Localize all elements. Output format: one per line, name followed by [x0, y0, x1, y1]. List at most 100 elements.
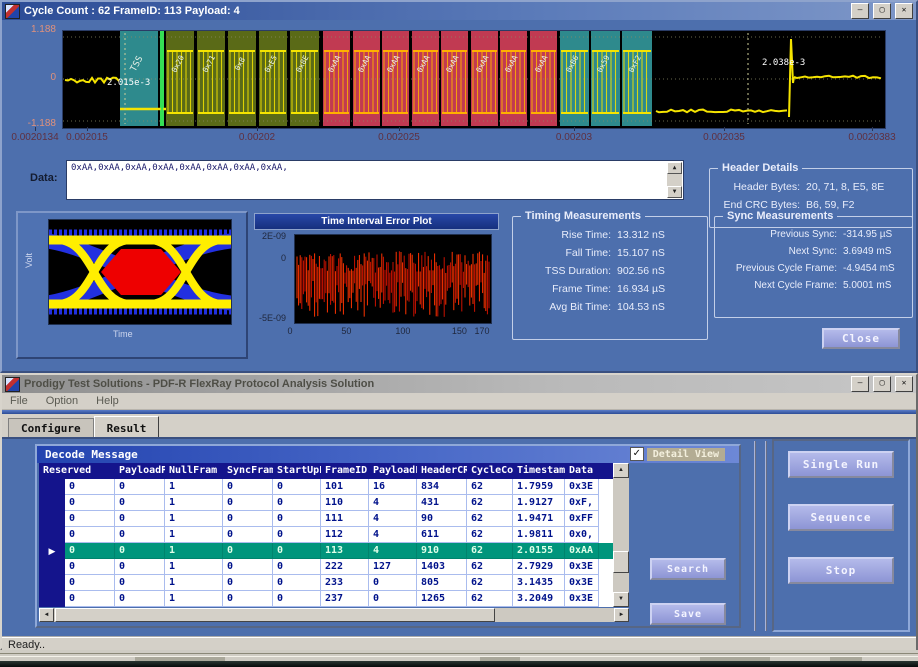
table-row[interactable]: ▶001001134910622.01550xAA [39, 543, 629, 559]
menu-item-help[interactable]: Help [96, 395, 119, 407]
table-row[interactable]: 001001124611621.98110x0, [39, 527, 629, 543]
table-cell: 4 [369, 543, 417, 559]
scroll-up-icon[interactable]: ▲ [613, 463, 629, 478]
table-cell: 0 [115, 527, 165, 543]
table-cell: 110 [321, 495, 369, 511]
tab-configure[interactable]: Configure [8, 418, 94, 437]
table-row[interactable]: 001002221271403622.79290x3E [39, 559, 629, 575]
column-header-reserved[interactable]: Reserved [39, 463, 115, 479]
minimize-icon[interactable]: — [851, 3, 869, 19]
column-header-headercr[interactable]: HeaderCR [417, 463, 467, 479]
run-control-panel: Single Run Sequence Stop [772, 439, 910, 632]
column-header-timestam[interactable]: Timestam [513, 463, 565, 479]
menu-item-option[interactable]: Option [46, 395, 78, 407]
data-scrollbar[interactable]: ▲ ▼ [667, 162, 682, 198]
main-window: Prodigy Test Solutions - PDF-R FlexRay P… [0, 373, 918, 650]
table-cell: 834 [417, 479, 467, 495]
table-cell: 0 [65, 511, 115, 527]
splitter-handle[interactable] [754, 441, 767, 631]
table-row[interactable]: 0010010116834621.79590x3E [39, 479, 629, 495]
table-cell: 611 [417, 527, 467, 543]
column-header-frameid[interactable]: FrameID [321, 463, 369, 479]
kv-label: Rise Time: [517, 229, 611, 241]
menu-item-file[interactable]: File [10, 395, 28, 407]
waveform-display[interactable]: TSS0x200x710x80xE50x8E0xAA0xAA0xAA0xAA0x… [62, 30, 886, 129]
main-titlebar[interactable]: Prodigy Test Solutions - PDF-R FlexRay P… [2, 375, 916, 393]
table-cell: 2.0155 [513, 543, 565, 559]
desktop: Cycle Count : 62 FrameID: 113 Payload: 4… [0, 0, 918, 667]
table-cell: 1 [165, 575, 223, 591]
scroll-right-icon[interactable]: ► [614, 608, 629, 622]
table-cell: 1 [165, 495, 223, 511]
detail-view-checkbox[interactable]: ✓ Detail View [630, 447, 725, 461]
app-icon [5, 377, 20, 392]
hscroll-thumb[interactable] [55, 608, 495, 622]
table-cell: 111 [321, 511, 369, 527]
sync-measurements-group: Sync Measurements Previous Sync:-314.95 … [714, 216, 913, 318]
search-button[interactable]: Search [650, 558, 726, 580]
table-cell: 0 [65, 591, 115, 607]
data-label: Data: [30, 172, 58, 184]
table-row[interactable]: 00100111490621.94710xFF [39, 511, 629, 527]
table-cell: 0 [115, 575, 165, 591]
table-cell: 62 [467, 559, 513, 575]
kv-value: 104.53 nS [617, 301, 699, 313]
wave-xtick: 0.002015 [66, 132, 108, 143]
scroll-up-icon[interactable]: ▲ [667, 162, 682, 174]
close-icon[interactable]: ✕ [895, 3, 913, 19]
table-cell: 0 [273, 511, 321, 527]
row-selector-gutter [39, 591, 65, 607]
close-icon[interactable]: ✕ [895, 376, 913, 392]
close-button[interactable]: Close [822, 328, 900, 349]
table-cell: 910 [417, 543, 467, 559]
scope-titlebar[interactable]: Cycle Count : 62 FrameID: 113 Payload: 4… [2, 2, 916, 20]
wave-xtick: 0.002035 [703, 132, 745, 143]
column-header-startupfr[interactable]: StartUpFr [273, 463, 321, 479]
scroll-down-icon[interactable]: ▼ [613, 592, 629, 607]
tie-plot-title: Time Interval Error Plot [254, 213, 499, 230]
column-header-data[interactable]: Data [565, 463, 599, 479]
scroll-down-icon[interactable]: ▼ [667, 186, 682, 198]
save-button[interactable]: Save [650, 603, 726, 625]
table-cell: 0xF, [565, 495, 599, 511]
vscroll-thumb[interactable] [613, 551, 629, 573]
table-row[interactable]: 001001104431621.91270xF, [39, 495, 629, 511]
stop-button[interactable]: Stop [788, 557, 894, 584]
maximize-icon[interactable]: ▢ [873, 376, 891, 392]
sequence-button[interactable]: Sequence [788, 504, 894, 531]
column-header-cyclecou[interactable]: CycleCou [467, 463, 513, 479]
tab-result[interactable]: Result [94, 416, 160, 437]
table-cell: 0 [115, 543, 165, 559]
table-cell: 0xAA [565, 543, 599, 559]
checkbox-check-icon[interactable]: ✓ [630, 447, 644, 461]
tick-mark [724, 127, 725, 131]
wave-xtick: 0.002025 [378, 132, 420, 143]
tick-mark [872, 127, 873, 131]
column-header-payloadpr[interactable]: PayloadPr [115, 463, 165, 479]
table-cell: 3.1435 [513, 575, 565, 591]
table-cell: 0x3E [565, 479, 599, 495]
single-run-button[interactable]: Single Run [788, 451, 894, 478]
column-header-nullfram[interactable]: NullFram [165, 463, 223, 479]
maximize-icon[interactable]: ▢ [873, 3, 891, 19]
eye-ylabel: Volt [24, 253, 34, 268]
table-cell: 1265 [417, 591, 467, 607]
tie-plot-panel[interactable]: Time Interval Error Plot 2E-09 0 -5E-09 … [254, 213, 499, 347]
column-header-payloadl[interactable]: PayloadL [369, 463, 417, 479]
kv-label: Next Cycle Frame: [719, 280, 837, 291]
kv-value: 902.56 nS [617, 265, 699, 277]
scroll-left-icon[interactable]: ◄ [39, 608, 54, 622]
minimize-icon[interactable]: — [851, 376, 869, 392]
tie-ytick-top: 2E-09 [262, 231, 286, 241]
table-row[interactable]: 001002330805623.14350x3E [39, 575, 629, 591]
eye-diagram-panel[interactable]: Volt Time [16, 211, 248, 359]
table-vscrollbar[interactable]: ▲ ▼ [613, 463, 629, 607]
data-value-box[interactable]: 0xAA,0xAA,0xAA,0xAA,0xAA,0xAA,0xAA,0xAA,… [66, 160, 684, 200]
table-cell: 0 [223, 559, 273, 575]
table-row[interactable]: 0010023701265623.20490x3E [39, 591, 629, 607]
table-cell: 0 [223, 527, 273, 543]
table-cell: 101 [321, 479, 369, 495]
table-hscrollbar[interactable]: ◄ ► [39, 608, 629, 622]
table-cell: 0 [115, 479, 165, 495]
column-header-syncfram[interactable]: SyncFram [223, 463, 273, 479]
